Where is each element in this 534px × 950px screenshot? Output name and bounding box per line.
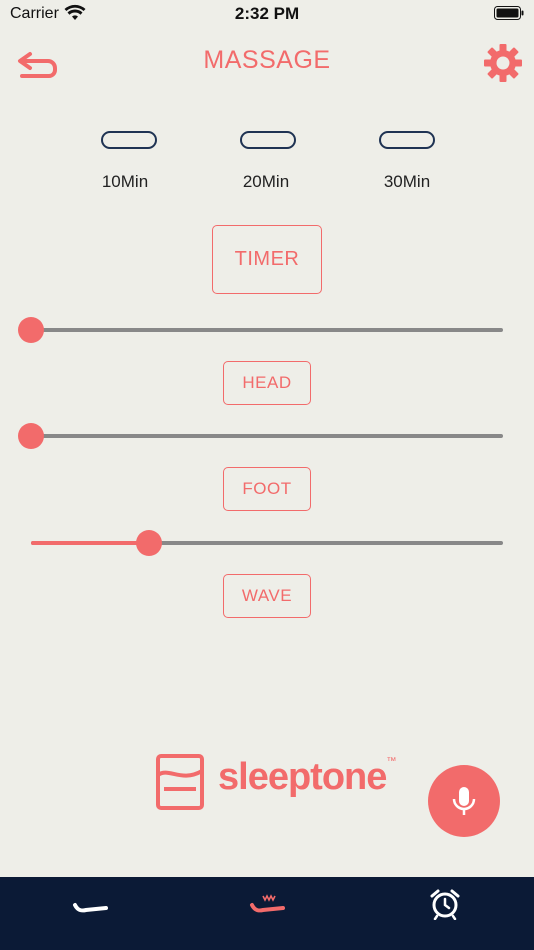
battery-icon bbox=[494, 6, 524, 20]
head-button[interactable]: HEAD bbox=[223, 361, 311, 405]
slider-thumb[interactable] bbox=[136, 530, 162, 556]
timer-option-20min[interactable] bbox=[240, 131, 296, 149]
slider-track bbox=[31, 328, 503, 332]
massage-wave-icon bbox=[250, 894, 285, 913]
timer-button[interactable]: TIMER bbox=[212, 225, 322, 294]
timer-option-30min[interactable] bbox=[379, 131, 435, 149]
timer-option-label: 30Min bbox=[383, 172, 431, 191]
nav-bed-position[interactable] bbox=[0, 877, 178, 950]
foot-slider[interactable] bbox=[18, 421, 503, 451]
head-slider[interactable] bbox=[18, 315, 503, 345]
settings-button[interactable] bbox=[482, 42, 524, 84]
nav-alarm[interactable] bbox=[356, 877, 534, 950]
alarm-clock-icon bbox=[430, 889, 460, 920]
page-title: MASSAGE bbox=[203, 46, 331, 74]
brand-name: sleeptone™ bbox=[218, 756, 396, 799]
wave-button[interactable]: WAVE bbox=[223, 574, 311, 618]
wave-slider[interactable] bbox=[31, 528, 503, 558]
microphone-icon bbox=[452, 787, 476, 815]
brand-wordmark: sleeptone bbox=[218, 756, 387, 798]
sleeptone-logo-icon bbox=[156, 754, 204, 810]
slider-track bbox=[31, 434, 503, 438]
timer-option-label: 10Min bbox=[101, 172, 149, 191]
status-time: 2:32 PM bbox=[234, 4, 300, 23]
slider-thumb[interactable] bbox=[18, 317, 44, 343]
status-bar: Carrier 2:32 PM bbox=[0, 0, 534, 28]
nav-massage[interactable] bbox=[178, 877, 356, 950]
gear-icon bbox=[484, 44, 522, 82]
bottom-nav bbox=[0, 877, 534, 950]
voice-control-button[interactable] bbox=[428, 765, 500, 837]
timer-option-10min[interactable] bbox=[101, 131, 157, 149]
trademark-mark: ™ bbox=[386, 756, 396, 767]
slider-fill bbox=[31, 541, 149, 545]
slider-thumb[interactable] bbox=[18, 423, 44, 449]
bed-flat-icon bbox=[73, 903, 108, 913]
foot-button[interactable]: FOOT bbox=[223, 467, 311, 511]
timer-option-label: 20Min bbox=[242, 172, 290, 191]
